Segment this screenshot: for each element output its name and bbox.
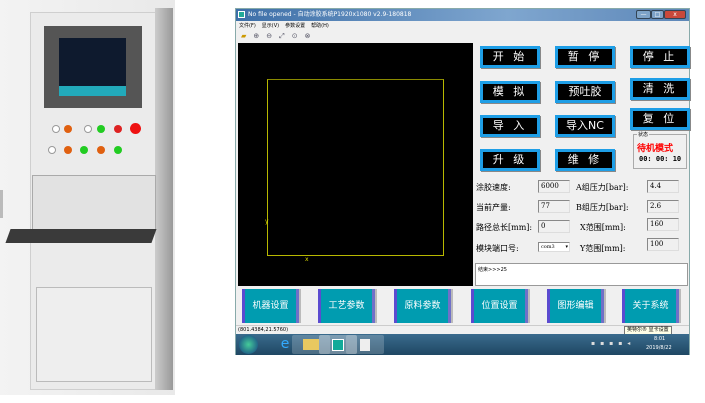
zoom-in-icon[interactable]: ⊕ xyxy=(253,31,259,42)
machine-photo xyxy=(0,0,175,395)
drawing-canvas[interactable]: y x xyxy=(238,43,473,286)
zoom-prev-icon[interactable]: ⊗ xyxy=(305,31,311,42)
status-timer: 00: 00: 10 xyxy=(639,155,682,163)
start-orb-icon[interactable] xyxy=(239,335,258,354)
nav-material-params[interactable]: 原料参数 xyxy=(394,289,451,323)
clock-time[interactable]: 8:01 xyxy=(654,336,665,342)
title-bar: No file opened - 自动涂胶系统P1920x1080 v2.9-1… xyxy=(236,9,689,21)
status-bar: (801.4384,21.5760) 英特尔® 显卡设置 xyxy=(236,325,689,335)
output-label: 当前产量: xyxy=(476,203,511,212)
tray-icons[interactable]: ▪▪▪▪◂ xyxy=(591,340,635,347)
y-range-field[interactable]: 100 xyxy=(647,238,679,251)
pause-button[interactable]: 暂 停 xyxy=(555,46,615,68)
status-legend: 状态 xyxy=(637,131,650,138)
path-length-field[interactable]: 0 xyxy=(538,220,570,233)
simulate-button[interactable]: 模 拟 xyxy=(480,81,540,103)
start-button[interactable]: 开 始 xyxy=(480,46,540,68)
x-range-label: X范围[mm]: xyxy=(580,223,626,232)
clock-date[interactable]: 2019/8/22 xyxy=(646,345,672,351)
window-title: No file opened - 自动涂胶系统P1920x1080 v2.9-1… xyxy=(248,11,412,18)
speed-field[interactable]: 6000 xyxy=(538,180,570,193)
taskbar: e ▪▪▪▪◂ 8:01 2019/8/22 xyxy=(236,334,689,355)
reset-button[interactable]: 复 位 xyxy=(630,108,690,130)
pressure-a-field[interactable]: 4.4 xyxy=(647,180,679,193)
status-group: 状态 待机模式 00: 00: 10 xyxy=(633,131,687,169)
open-folder-icon[interactable]: ▰ xyxy=(241,31,246,42)
nav-position-settings[interactable]: 位置设置 xyxy=(471,289,528,323)
port-value: com3 xyxy=(541,244,555,250)
y-range-label: Y范围[mm]: xyxy=(580,244,626,253)
x-axis-marker: x xyxy=(305,256,309,263)
port-select[interactable]: com3 ▾ xyxy=(538,242,570,252)
zoom-out-icon[interactable]: ⊖ xyxy=(266,31,272,42)
app-icon xyxy=(238,11,245,18)
nav-process-params[interactable]: 工艺参数 xyxy=(318,289,375,323)
close-button[interactable]: x xyxy=(664,10,686,19)
menu-view[interactable]: 显示(V) xyxy=(262,21,279,31)
clean-button[interactable]: 清 洗 xyxy=(630,78,690,100)
pressure-b-label: B组压力[bar]: xyxy=(576,203,629,212)
minimize-button[interactable]: — xyxy=(636,10,651,19)
y-axis-marker: y xyxy=(265,218,269,225)
log-text: 结束>>>25 xyxy=(478,267,507,273)
nav-graphic-edit[interactable]: 图形编辑 xyxy=(547,289,604,323)
menu-bar: 文件(F) 显示(V) 参数设置 帮助(H) xyxy=(236,21,689,31)
path-length-label: 路径总长[mm]: xyxy=(476,223,533,232)
pressure-b-field[interactable]: 2.6 xyxy=(647,200,679,213)
nav-machine-settings[interactable]: 机器设置 xyxy=(242,289,299,323)
zoom-fit-icon[interactable]: ⤢ xyxy=(279,31,285,42)
nav-about[interactable]: 关于系统 xyxy=(622,289,679,323)
zoom-window-icon[interactable]: ⊙ xyxy=(292,31,298,42)
maintain-button[interactable]: 维 修 xyxy=(555,149,615,171)
menu-params[interactable]: 参数设置 xyxy=(285,21,305,31)
menu-file[interactable]: 文件(F) xyxy=(239,21,256,31)
import-button[interactable]: 导 入 xyxy=(480,115,540,137)
path-rectangle xyxy=(267,79,444,256)
output-field[interactable]: 77 xyxy=(538,200,570,213)
window-taskbar-icon[interactable] xyxy=(346,335,384,354)
maximize-button[interactable]: □ xyxy=(651,10,664,19)
toolbar: ▰ ⊕ ⊖ ⤢ ⊙ ⊗ xyxy=(236,31,689,42)
stop-button[interactable]: 停 止 xyxy=(630,46,690,68)
cursor-coords: (801.4384,21.5760) xyxy=(238,327,289,333)
upgrade-button[interactable]: 升 级 xyxy=(480,149,540,171)
status-mode: 待机模式 xyxy=(637,144,674,154)
import-nc-button[interactable]: 导入NC xyxy=(555,115,615,137)
chevron-down-icon: ▾ xyxy=(565,244,568,250)
log-textarea[interactable]: 结束>>>25 xyxy=(475,263,688,286)
app-window: No file opened - 自动涂胶系统P1920x1080 v2.9-1… xyxy=(235,8,690,355)
menu-help[interactable]: 帮助(H) xyxy=(311,21,329,31)
pressure-a-label: A组压力[bar]: xyxy=(576,183,629,192)
pre-dispense-button[interactable]: 预吐胶 xyxy=(555,81,615,103)
port-label: 模块端口号: xyxy=(476,244,519,253)
x-range-field[interactable]: 160 xyxy=(647,218,679,231)
speed-label: 涂胶速度: xyxy=(476,183,511,192)
